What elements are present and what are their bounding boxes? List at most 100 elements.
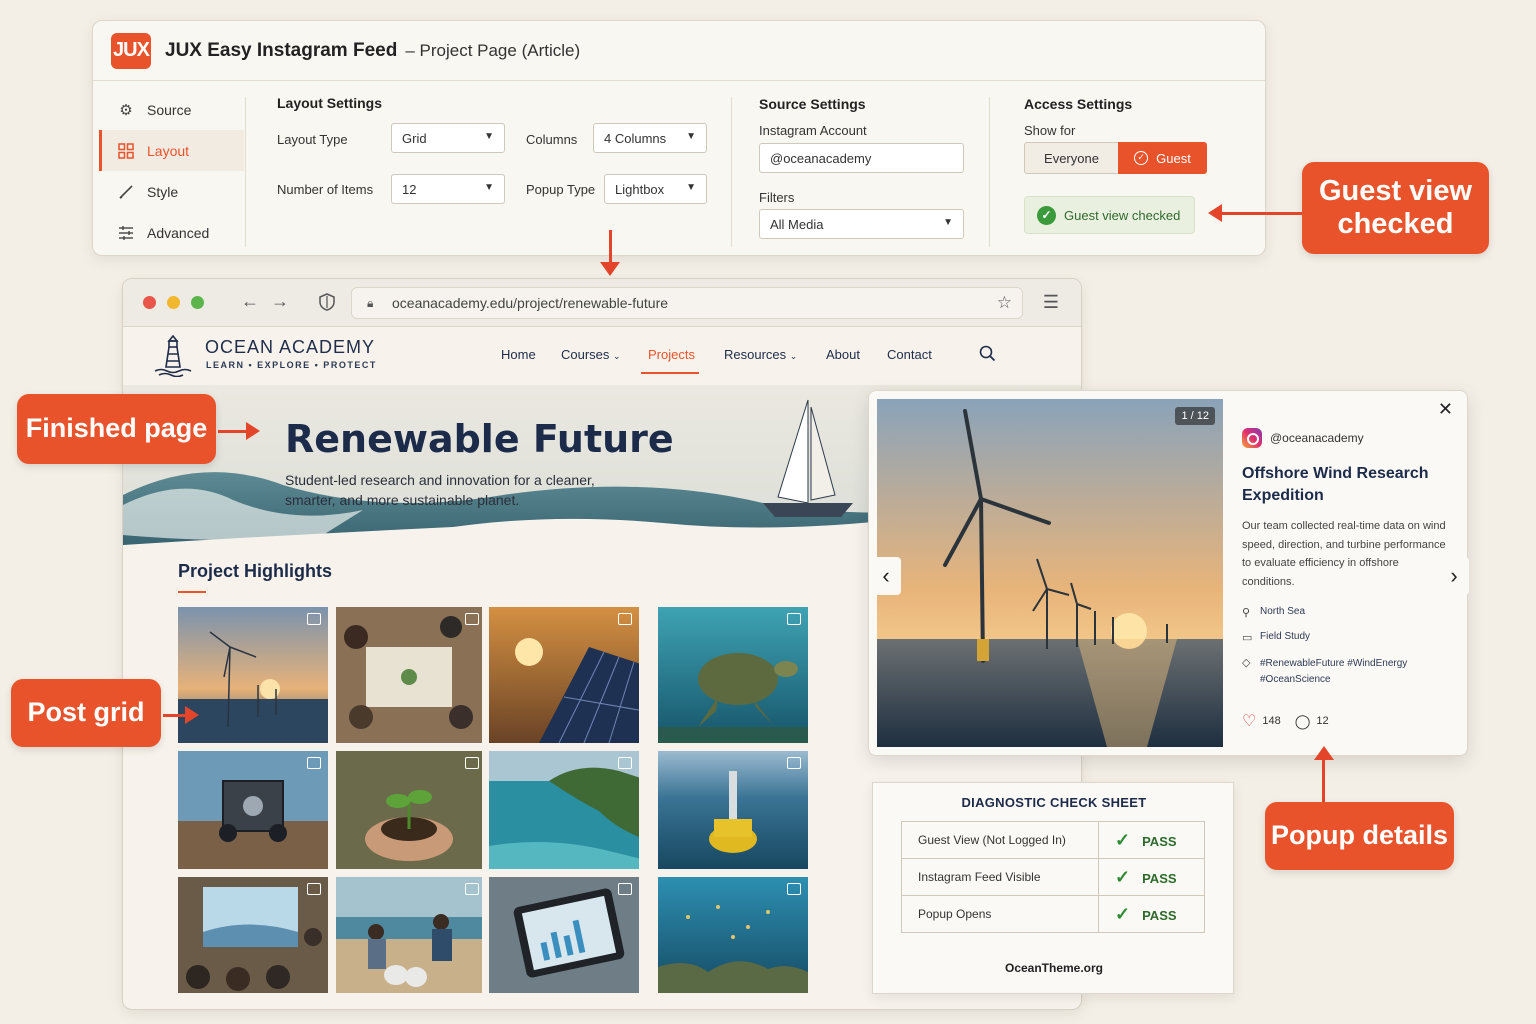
post-presentation[interactable] (178, 877, 328, 993)
image-counter: 1 / 12 (1175, 407, 1215, 425)
arrow (163, 714, 187, 717)
chevron-down-icon: ▼ (484, 182, 494, 193)
post-wind-turbine[interactable] (178, 607, 328, 743)
nav-courses-label: Courses (561, 347, 610, 362)
post-team-workshop[interactable] (336, 607, 486, 743)
star-icon[interactable]: ☆ (997, 293, 1012, 313)
table-row: Popup Opens ✓ PASS (901, 895, 1205, 933)
nav-courses[interactable]: Courses ⌄ (561, 347, 621, 362)
ocean-robot-photo (178, 751, 328, 869)
arrow-head (600, 262, 620, 276)
everyone-option[interactable]: Everyone (1024, 142, 1119, 174)
check-result-text: PASS (1142, 870, 1177, 886)
items-select[interactable]: 12 ▼ (391, 174, 505, 204)
diagnostic-title: DIAGNOSTIC CHECK SHEET (961, 795, 1147, 810)
post-data-tablet[interactable] (489, 877, 639, 993)
callout-guest-view: Guest view checked (1302, 162, 1489, 254)
buoy-photo (658, 751, 808, 869)
sidebar-item-label: Style (147, 183, 179, 200)
heart-icon[interactable]: ♡ (1242, 711, 1256, 731)
beach-cleanup-photo (336, 877, 482, 993)
post-buoy[interactable] (658, 751, 808, 869)
instagram-handle[interactable]: @oceanacademy (1270, 431, 1364, 445)
jux-logo: JUX (111, 32, 151, 69)
check-circle-icon: ✓ (1134, 151, 1149, 165)
items-value: 12 (402, 181, 417, 197)
filters-select[interactable]: All Media ▼ (759, 209, 964, 239)
nav-about[interactable]: About (826, 347, 860, 362)
sliders-icon (117, 224, 135, 242)
seedling-hands-photo (336, 751, 482, 869)
callout-popup-details: Popup details (1265, 802, 1454, 870)
brand-tagline: LEARN • EXPLORE • PROTECT (206, 360, 377, 370)
sidebar-item-advanced[interactable]: Advanced (99, 212, 244, 253)
popup-type-select[interactable]: Lightbox ▼ (604, 174, 707, 204)
lightbox-popup: 1 / 12 ‹ › ✕ @oceanacademy Offshore Wind… (868, 390, 1469, 756)
arrow-head (246, 422, 260, 440)
table-row: Instagram Feed Visible ✓ PASS (901, 858, 1205, 896)
sea-turtle-photo (658, 607, 808, 743)
guest-option[interactable]: ✓ Guest (1118, 142, 1207, 174)
post-coastline[interactable] (489, 751, 639, 869)
nav-home[interactable]: Home (501, 347, 536, 362)
sidebar-item-source[interactable]: ⚙ Source (99, 89, 244, 130)
layout-type-label: Layout Type (277, 132, 348, 147)
video-icon (787, 613, 801, 625)
arrow-head (1208, 204, 1222, 222)
check-name: Popup Opens (901, 895, 1099, 933)
image-icon (307, 757, 321, 769)
arrow (218, 430, 248, 433)
url-text: oceanacademy.edu/project/renewable-futur… (392, 295, 669, 311)
popup-type-label: Popup Type (526, 182, 596, 197)
forward-icon[interactable]: → (271, 291, 289, 312)
carousel-icon (618, 613, 632, 625)
admin-header: JUX JUX Easy Instagram Feed – Project Pa… (93, 21, 1265, 81)
close-dot[interactable] (143, 296, 156, 309)
meta-location-text: North Sea (1260, 606, 1306, 617)
divider (989, 97, 990, 247)
sidebar-item-layout[interactable]: Layout (99, 130, 244, 171)
guest-option-label: Guest (1156, 150, 1191, 166)
classroom-presentation-photo (178, 877, 328, 993)
post-coral-reef[interactable] (658, 877, 808, 993)
url-bar[interactable]: 🔒︎ oceanacademy.edu/project/renewable-fu… (351, 287, 1023, 319)
diagnostic-sheet: DIAGNOSTIC CHECK SHEET Guest View (Not L… (872, 782, 1234, 994)
video-icon (787, 757, 801, 769)
filters-value: All Media (770, 216, 824, 232)
nav-resources[interactable]: Resources ⌄ (724, 347, 797, 362)
check-result: ✓ PASS (1098, 858, 1205, 896)
popup-type-value: Lightbox (615, 181, 665, 197)
brand-name[interactable]: OCEAN ACADEMY (205, 337, 375, 358)
search-icon[interactable] (979, 345, 996, 362)
carousel-icon (618, 757, 632, 769)
post-seedling[interactable] (336, 751, 486, 869)
comment-icon[interactable]: ◯ (1295, 713, 1311, 730)
arrow (609, 230, 612, 264)
wind-turbine-photo (178, 607, 328, 743)
back-icon[interactable]: ← (241, 291, 259, 312)
video-icon (465, 883, 479, 895)
sidebar-item-style[interactable]: Style (99, 171, 244, 212)
show-for-label: Show for (1024, 123, 1076, 138)
carousel-icon (787, 883, 801, 895)
menu-icon[interactable]: ☰ (1043, 292, 1059, 313)
nav-contact[interactable]: Contact (887, 347, 932, 362)
prev-arrow-icon[interactable]: ‹ (871, 557, 901, 595)
minimize-dot[interactable] (167, 296, 180, 309)
account-input[interactable]: @oceanacademy (759, 143, 964, 173)
meta-tags-text[interactable]: #RenewableFuture #WindEnergy #OceanScien… (1260, 656, 1430, 688)
maximize-dot[interactable] (191, 296, 204, 309)
shield-icon[interactable] (319, 293, 335, 316)
post-ocean-robot[interactable] (178, 751, 328, 869)
post-beach-cleanup[interactable] (336, 877, 486, 993)
post-solar-panels[interactable] (489, 607, 639, 743)
likes-count: 148 (1262, 715, 1281, 727)
close-icon[interactable]: ✕ (1438, 399, 1453, 420)
post-sea-turtle[interactable] (658, 607, 808, 743)
nav-projects[interactable]: Projects (648, 347, 695, 362)
columns-select[interactable]: 4 Columns ▼ (593, 123, 707, 153)
highlights-underline (178, 591, 206, 593)
chevron-down-icon: ▼ (484, 131, 494, 142)
meta-category-text: Field Study (1260, 631, 1311, 642)
layout-type-select[interactable]: Grid ▼ (391, 123, 505, 153)
